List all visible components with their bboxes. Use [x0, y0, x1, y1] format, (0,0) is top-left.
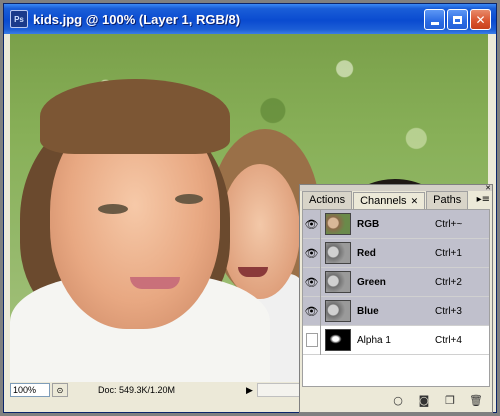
maximize-icon: [453, 15, 462, 24]
tab-actions[interactable]: Actions: [302, 191, 353, 209]
channel-thumbnail: [325, 242, 351, 264]
doc-info-menu-icon[interactable]: ▶: [246, 385, 253, 396]
trash-icon[interactable]: 🗑: [469, 394, 483, 407]
channel-name: RGB: [357, 218, 380, 230]
channel-shortcut: Ctrl+3: [435, 305, 462, 317]
navigator-icon: ⊙: [56, 385, 64, 395]
panel-tabs: Actions Channels ✕ Paths: [302, 191, 490, 210]
channel-thumbnail: [325, 329, 351, 351]
first-child-right-eye: [175, 194, 203, 204]
panel-menu-icon[interactable]: ▸≡: [477, 194, 490, 205]
doc-info: Doc: 549.3K/1.20M: [98, 385, 176, 395]
hidden-eye-icon: [305, 333, 318, 347]
load-selection-icon[interactable]: ○: [392, 394, 404, 407]
channels-panel: ✕ Actions Channels ✕ Paths ▸≡ 👁 RGB Ctrl+…: [299, 184, 493, 413]
second-child-face: [220, 164, 300, 299]
tab-label: Actions: [309, 194, 346, 206]
visibility-toggle[interactable]: 👁: [303, 210, 321, 239]
channel-row-green[interactable]: 👁 Green Ctrl+2: [303, 267, 489, 297]
new-channel-icon[interactable]: ❐: [444, 394, 456, 407]
tab-channels[interactable]: Channels ✕: [353, 192, 426, 210]
close-button[interactable]: ✕: [470, 9, 491, 30]
save-selection-icon[interactable]: ◙: [418, 394, 430, 407]
tab-label: Channels: [360, 195, 407, 207]
zoom-field[interactable]: 100%: [10, 383, 50, 397]
eye-icon: 👁: [304, 247, 319, 260]
close-icon: ✕: [475, 12, 486, 27]
maximize-button[interactable]: [447, 9, 468, 30]
channel-shortcut: Ctrl+1: [435, 247, 462, 259]
tab-label: Paths: [433, 194, 462, 206]
channel-row-blue[interactable]: 👁 Blue Ctrl+3: [303, 296, 489, 326]
tab-close-icon[interactable]: ✕: [411, 196, 419, 206]
minimize-button[interactable]: [424, 9, 445, 30]
visibility-toggle[interactable]: 👁: [303, 296, 321, 326]
eye-icon: 👁: [304, 305, 319, 318]
channel-shortcut: Ctrl+2: [435, 276, 462, 288]
window-title: kids.jpg @ 100% (Layer 1, RGB/8): [33, 11, 241, 27]
visibility-toggle[interactable]: [303, 325, 321, 355]
eye-icon: 👁: [304, 276, 319, 289]
first-child-left-eye: [98, 204, 128, 214]
first-child-mouth: [130, 277, 180, 289]
eye-icon: 👁: [304, 218, 319, 231]
visibility-toggle[interactable]: 👁: [303, 267, 321, 297]
channel-row-alpha-1[interactable]: Alpha 1 Ctrl+4: [303, 325, 489, 355]
channel-list: 👁 RGB Ctrl+~ 👁 Red Ctrl+1 👁 Green Ctrl+2…: [302, 209, 490, 387]
channel-thumbnail: [325, 300, 351, 322]
channel-thumbnail: [325, 271, 351, 293]
channel-shortcut: Ctrl+4: [435, 334, 462, 346]
channel-shortcut: Ctrl+~: [435, 218, 463, 230]
minimize-icon: [430, 22, 439, 25]
first-child-hair: [40, 79, 230, 154]
tab-paths[interactable]: Paths: [426, 191, 469, 209]
navigator-button[interactable]: ⊙: [52, 383, 68, 397]
photoshop-icon: Ps: [10, 10, 28, 28]
channel-row-rgb[interactable]: 👁 RGB Ctrl+~: [303, 210, 489, 239]
channel-thumbnail: [325, 213, 351, 235]
channel-name: Green: [357, 276, 386, 288]
visibility-toggle[interactable]: 👁: [303, 238, 321, 268]
channel-row-red[interactable]: 👁 Red Ctrl+1: [303, 238, 489, 268]
channel-name: Alpha 1: [357, 334, 391, 346]
channel-name: Blue: [357, 305, 379, 317]
title-bar[interactable]: Ps kids.jpg @ 100% (Layer 1, RGB/8) ✕: [4, 4, 496, 34]
channel-name: Red: [357, 247, 376, 259]
panel-footer: ○ ◙ ❐ 🗑: [300, 388, 492, 412]
